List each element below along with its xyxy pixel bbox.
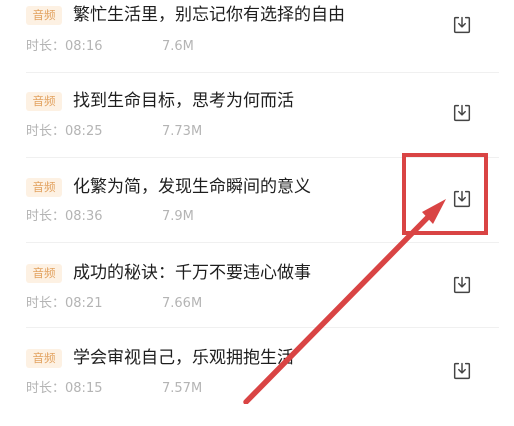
duration-label: 时长： bbox=[26, 124, 66, 139]
audio-list-item[interactable]: 音频 成功的秘诀：千万不要违心做事 时长：08:21 7.66M bbox=[0, 255, 514, 341]
download-button[interactable] bbox=[449, 272, 475, 298]
file-size: 7.57M bbox=[162, 381, 203, 396]
duration-value: 08:36 bbox=[65, 209, 103, 224]
download-button[interactable] bbox=[449, 100, 475, 126]
duration-label: 时长： bbox=[26, 209, 66, 224]
audio-meta: 时长：08:16 7.6M bbox=[26, 38, 194, 56]
duration-label: 时长： bbox=[26, 296, 66, 311]
audio-title[interactable]: 化繁为简，发现生命瞬间的意义 bbox=[73, 176, 311, 198]
duration-label: 时长： bbox=[26, 381, 66, 396]
audio-badge: 音频 bbox=[26, 349, 62, 368]
download-button[interactable] bbox=[449, 12, 475, 38]
audio-badge: 音频 bbox=[26, 92, 62, 111]
duration-value: 08:16 bbox=[65, 39, 103, 54]
audio-title[interactable]: 找到生命目标，思考为何而活 bbox=[73, 90, 294, 112]
download-icon bbox=[453, 104, 471, 122]
file-size: 7.73M bbox=[162, 124, 203, 139]
audio-title[interactable]: 学会审视自己，乐观拥抱生活 bbox=[73, 347, 294, 369]
audio-list-item[interactable]: 音频 繁忙生活里，别忘记你有选择的自由 时长：08:16 7.6M bbox=[0, 0, 514, 86]
audio-title[interactable]: 成功的秘诀：千万不要违心做事 bbox=[73, 262, 311, 284]
duration-label: 时长： bbox=[26, 39, 66, 54]
audio-meta: 时长：08:25 7.73M bbox=[26, 123, 202, 141]
audio-meta: 时长：08:21 7.66M bbox=[26, 295, 202, 313]
audio-badge: 音频 bbox=[26, 264, 62, 283]
divider bbox=[26, 242, 499, 243]
download-icon bbox=[453, 16, 471, 34]
duration-value: 08:21 bbox=[65, 296, 103, 311]
audio-title[interactable]: 繁忙生活里，别忘记你有选择的自由 bbox=[73, 4, 345, 26]
annotation-highlight-box bbox=[402, 153, 488, 235]
download-icon bbox=[453, 276, 471, 294]
download-icon bbox=[453, 362, 471, 380]
duration-value: 08:15 bbox=[65, 381, 103, 396]
audio-meta: 时长：08:36 7.9M bbox=[26, 208, 194, 226]
audio-list-item[interactable]: 音频 学会审视自己，乐观拥抱生活 时长：08:15 7.57M bbox=[0, 340, 514, 426]
audio-meta: 时长：08:15 7.57M bbox=[26, 380, 202, 398]
file-size: 7.6M bbox=[162, 39, 194, 54]
divider bbox=[26, 72, 499, 73]
audio-badge: 音频 bbox=[26, 6, 62, 25]
file-size: 7.9M bbox=[162, 209, 194, 224]
audio-badge: 音频 bbox=[26, 178, 62, 197]
divider bbox=[26, 327, 499, 328]
file-size: 7.66M bbox=[162, 296, 203, 311]
download-button[interactable] bbox=[449, 358, 475, 384]
duration-value: 08:25 bbox=[65, 124, 103, 139]
